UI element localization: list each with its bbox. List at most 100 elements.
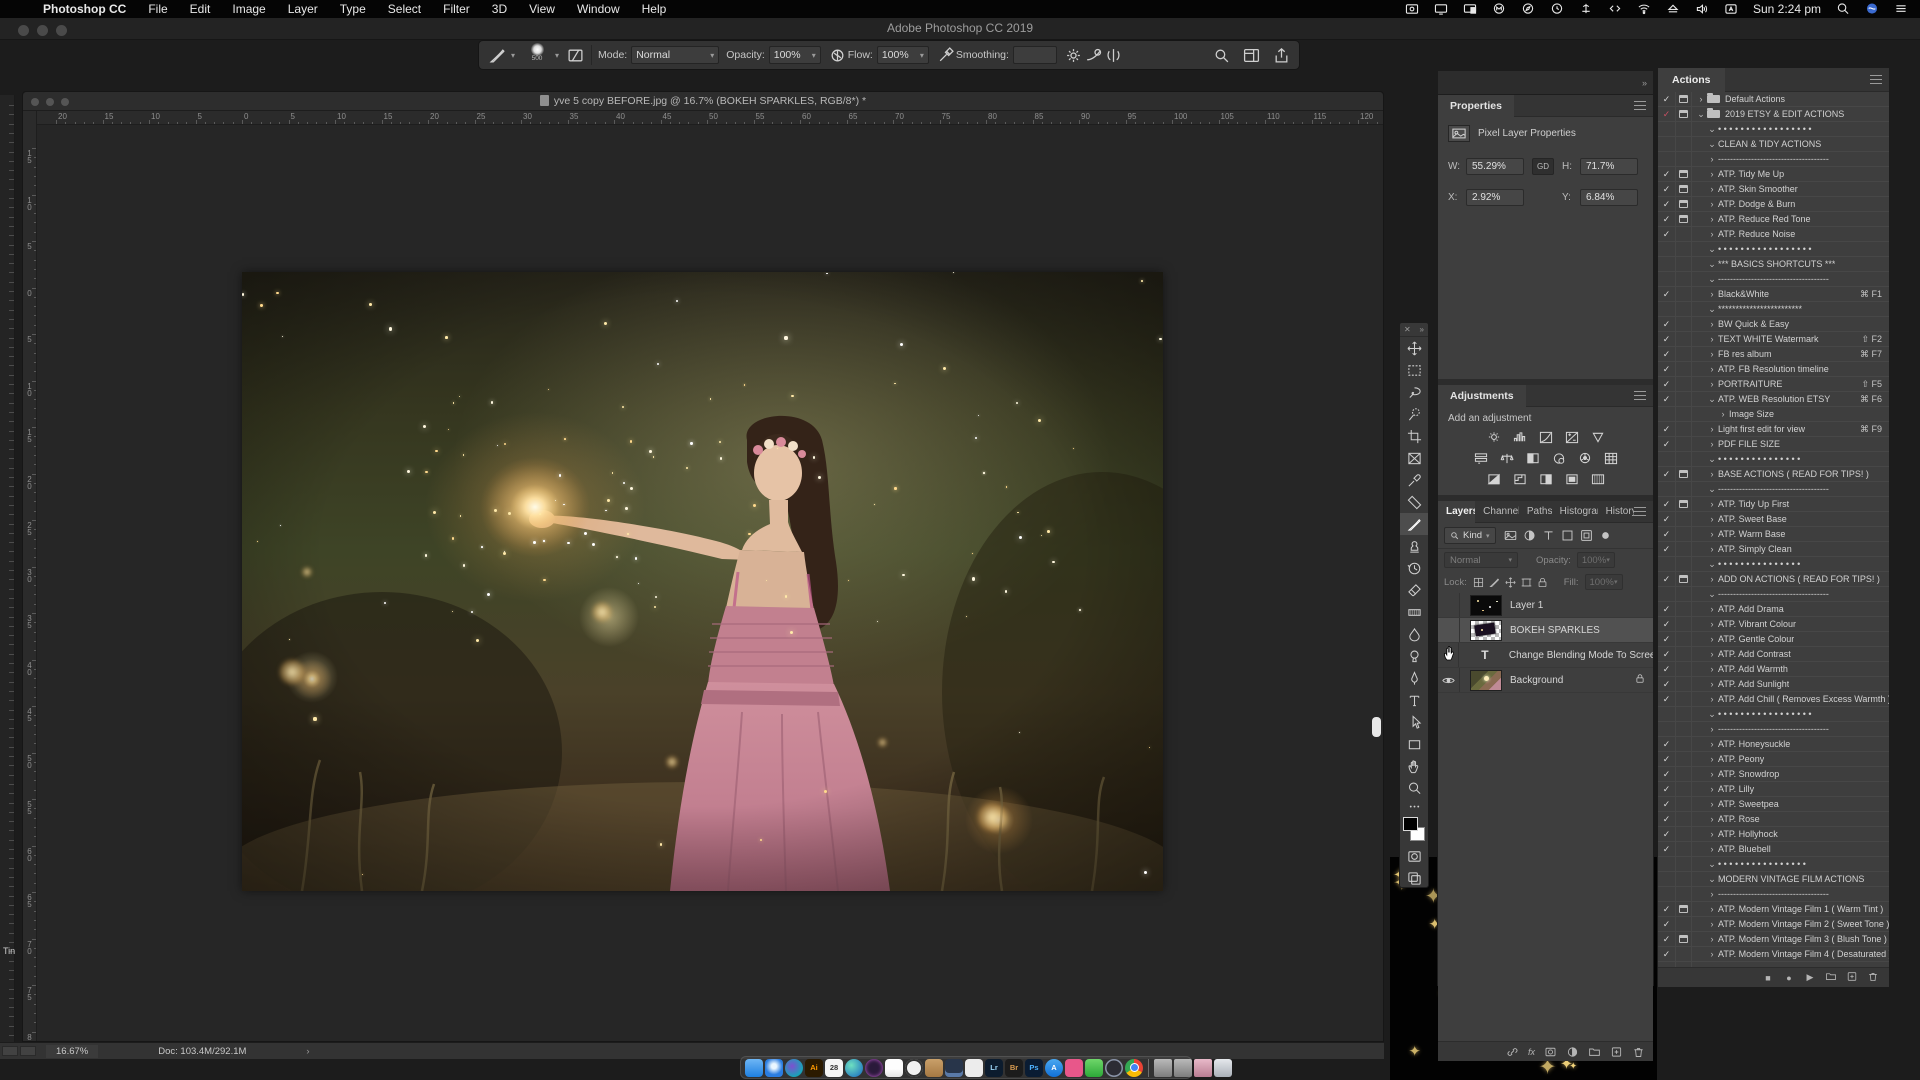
lock-pixels-icon[interactable] (1489, 577, 1500, 588)
blur-tool[interactable] (1400, 623, 1428, 645)
dock-item-trash[interactable] (1214, 1059, 1232, 1077)
layers-menu-icon[interactable] (1634, 507, 1646, 516)
antenna-icon[interactable] (1579, 3, 1594, 16)
dock-item-photos-dark[interactable] (865, 1059, 883, 1077)
time-machine-icon[interactable] (1550, 3, 1565, 16)
action-expand-icon[interactable]: › (1706, 529, 1718, 539)
action-modal-toggle[interactable] (1675, 200, 1691, 208)
action-expand-icon[interactable]: › (1706, 364, 1718, 374)
action-toggle[interactable]: ✓ (1658, 229, 1675, 240)
x-field[interactable]: 2.92% (1466, 189, 1524, 206)
action-row[interactable]: ⌄• • • • • • • • • • • • • • • • • (1658, 122, 1889, 137)
action-row[interactable]: ✓›Black&White⌘ F1 (1658, 287, 1889, 302)
layer-group-icon[interactable] (1588, 1046, 1601, 1058)
action-row[interactable]: ✓›ATP. Sweetpea (1658, 797, 1889, 812)
photo-filter-icon[interactable] (1549, 451, 1568, 466)
brush-settings-panel-icon[interactable] (565, 45, 585, 65)
selective-color-icon[interactable] (1562, 472, 1581, 487)
action-expand-icon[interactable]: › (1706, 499, 1718, 509)
action-toggle[interactable]: ✓ (1658, 424, 1675, 435)
action-modal-toggle[interactable] (1675, 170, 1691, 178)
action-row[interactable]: ✓›ATP. Modern Vintage Film 1 ( Warm Tint… (1658, 902, 1889, 917)
dock-item-folder[interactable] (925, 1059, 943, 1077)
action-toggle[interactable]: ✓ (1658, 574, 1675, 585)
action-row[interactable]: ⌄• • • • • • • • • • • • • • • (1658, 557, 1889, 572)
menu-item-image[interactable]: Image (221, 2, 276, 16)
dock-item-window-1[interactable] (1154, 1059, 1172, 1077)
action-expand-icon[interactable]: ⌄ (1706, 484, 1718, 495)
tools-close-icon[interactable]: ✕ (1404, 325, 1411, 334)
menu-item-type[interactable]: Type (329, 2, 377, 16)
action-toggle[interactable]: ✓ (1658, 214, 1675, 225)
threshold-icon[interactable] (1536, 472, 1555, 487)
dock-item-window-2[interactable] (1174, 1059, 1192, 1077)
gradient-tool[interactable] (1400, 601, 1428, 623)
action-modal-toggle[interactable] (1675, 95, 1691, 103)
action-expand-icon[interactable]: › (1706, 439, 1718, 449)
action-row[interactable]: ✓›ATP. Peony (1658, 752, 1889, 767)
action-row[interactable]: ✓›TEXT WHITE Watermark⇧ F2 (1658, 332, 1889, 347)
airbrush-icon[interactable] (936, 45, 956, 65)
layer-row[interactable]: Layer 1 (1438, 593, 1653, 618)
opacity-select[interactable]: 100%▾ (769, 46, 821, 64)
eraser-tool[interactable] (1400, 579, 1428, 601)
action-row[interactable]: ✓›ATP. FB Resolution timeline (1658, 362, 1889, 377)
action-row[interactable]: ✓›ATP. Modern Vintage Film 2 ( Sweet Ton… (1658, 917, 1889, 932)
action-modal-toggle[interactable] (1675, 500, 1691, 508)
foreground-color-swatch[interactable] (1403, 817, 1418, 831)
action-row[interactable]: ✓›ATP. Add Sunlight (1658, 677, 1889, 692)
action-modal-toggle[interactable] (1675, 185, 1691, 193)
blend-mode-select[interactable]: Normal▾ (631, 46, 719, 64)
layer-visibility-toggle[interactable] (1438, 593, 1460, 617)
tab-channels[interactable]: Channels (1475, 501, 1519, 523)
invert-icon[interactable] (1484, 472, 1503, 487)
action-row[interactable]: ✓›ATP. Vibrant Colour (1658, 617, 1889, 632)
action-expand-icon[interactable]: › (1706, 169, 1718, 179)
action-toggle[interactable]: ✓ (1658, 634, 1675, 645)
healing-brush-tool[interactable] (1400, 491, 1428, 513)
action-expand-icon[interactable]: › (1706, 574, 1718, 584)
delete-action-icon[interactable] (1867, 971, 1879, 984)
dock-item-calendar[interactable]: 28 (825, 1059, 843, 1077)
action-expand-icon[interactable]: › (1706, 289, 1718, 299)
width-field[interactable]: 55.29% (1466, 158, 1524, 175)
new-action-icon[interactable] (1846, 971, 1858, 984)
action-expand-icon[interactable]: › (1706, 544, 1718, 554)
action-expand-icon[interactable]: ⌄ (1706, 859, 1718, 870)
action-expand-icon[interactable]: › (1706, 214, 1718, 224)
menu-item-filter[interactable]: Filter (432, 2, 481, 16)
quick-mask-icon[interactable] (1400, 845, 1428, 867)
link-dimensions-icon[interactable]: GD (1532, 158, 1554, 175)
dock-item-safari[interactable] (765, 1059, 783, 1077)
stop-action-icon[interactable]: ■ (1762, 973, 1774, 983)
action-expand-icon[interactable]: ⌄ (1706, 709, 1718, 720)
action-expand-icon[interactable]: › (1706, 724, 1718, 734)
search-icon[interactable] (1211, 45, 1231, 65)
smoothing-gear-icon[interactable] (1064, 45, 1084, 65)
action-expand-icon[interactable]: ⌄ (1706, 304, 1718, 315)
layer-row[interactable]: TChange Blending Mode To Screen (1438, 643, 1653, 668)
layer-opacity-field[interactable]: 100%▾ (1577, 552, 1615, 568)
action-expand-icon[interactable]: › (1706, 844, 1718, 854)
action-toggle[interactable]: ✓ (1658, 649, 1675, 660)
action-expand-icon[interactable]: ⌄ (1706, 139, 1718, 150)
action-row[interactable]: ⌄------------------------------------- (1658, 482, 1889, 497)
action-toggle[interactable]: ✓ (1658, 289, 1675, 300)
action-expand-icon[interactable]: › (1706, 739, 1718, 749)
action-expand-icon[interactable]: ⌄ (1706, 244, 1718, 255)
quick-selection-tool[interactable] (1400, 403, 1428, 425)
action-expand-icon[interactable]: › (1695, 94, 1707, 104)
malwarebytes-icon[interactable] (1492, 3, 1507, 16)
dock-item-document[interactable] (965, 1059, 983, 1077)
dock-item-edge[interactable] (845, 1059, 863, 1077)
history-brush-tool[interactable] (1400, 557, 1428, 579)
gradient-map-icon[interactable] (1588, 472, 1607, 487)
action-row[interactable]: ⌄CLEAN & TIDY ACTIONS (1658, 137, 1889, 152)
move-tool[interactable] (1400, 337, 1428, 359)
action-row[interactable]: ⌄• • • • • • • • • • • • • • • • (1658, 857, 1889, 872)
menu-item-edit[interactable]: Edit (179, 2, 222, 16)
action-expand-icon[interactable]: › (1706, 694, 1718, 704)
action-toggle[interactable]: ✓ (1658, 739, 1675, 750)
action-expand-icon[interactable]: › (1706, 934, 1718, 944)
brush-tool[interactable] (1400, 513, 1428, 535)
